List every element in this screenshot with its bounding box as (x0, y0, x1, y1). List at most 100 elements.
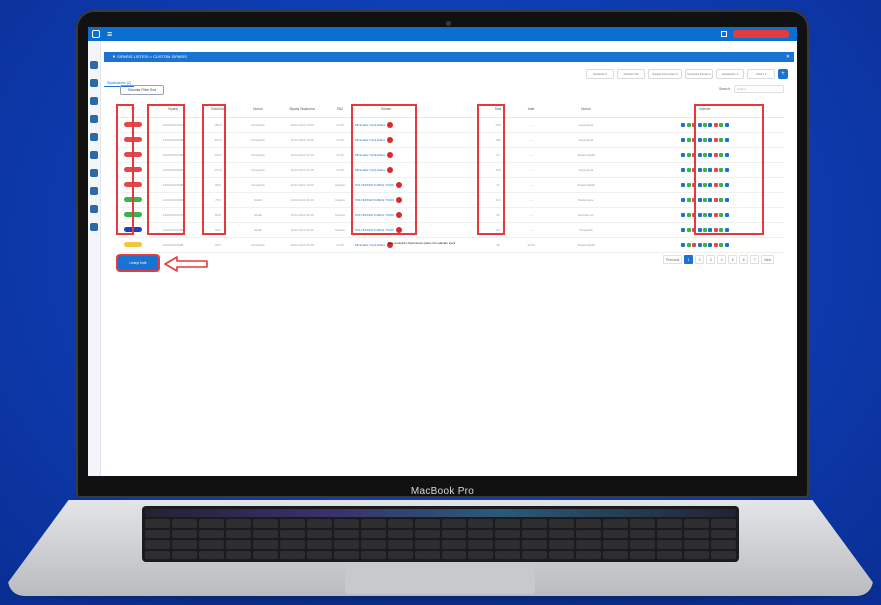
keyboard-key (387, 550, 413, 559)
keyboard-key (198, 519, 224, 528)
keyboard-key (495, 519, 521, 528)
row-action-icon[interactable] (681, 198, 686, 202)
row-action-icon[interactable] (686, 123, 691, 127)
row-action-icon[interactable] (708, 243, 713, 247)
row-action-icon[interactable] (681, 138, 686, 142)
quantity-cell: — (516, 222, 546, 238)
pagination-page[interactable]: 7 (750, 255, 760, 264)
keyboard-key (576, 540, 602, 549)
keyboard-key (387, 540, 413, 549)
pagination-page[interactable]: 2 (695, 255, 705, 264)
sidebar-icon-documents[interactable] (90, 79, 98, 87)
sidebar-icon-network[interactable] (90, 115, 98, 123)
row-action-icon[interactable] (719, 243, 724, 247)
keyboard-key (630, 550, 656, 559)
sidebar-icon-reports[interactable] (90, 169, 98, 177)
sidebar-icon-settings[interactable] (90, 223, 98, 231)
column-header[interactable]: Durum (546, 101, 626, 118)
keyboard-key (252, 550, 278, 559)
user-menu[interactable] (733, 30, 789, 38)
keyboard-key (522, 519, 548, 528)
keyboard-key (279, 529, 305, 539)
spacer-cell (418, 177, 480, 193)
export-list-button[interactable]: Listeyi İndir (118, 256, 158, 270)
close-icon[interactable]: ✕ (786, 52, 790, 62)
row-action-icon[interactable] (703, 243, 707, 247)
row-action-icon[interactable] (681, 168, 686, 172)
sidebar-icon-users[interactable] (90, 205, 98, 213)
keyboard-key (657, 529, 683, 539)
keyboard-key (225, 519, 251, 528)
sidebar-icon-stock[interactable] (90, 151, 98, 159)
order-id-cell[interactable]: 1234-000-0009 (148, 237, 198, 253)
pagination-page[interactable]: 3 (706, 255, 716, 264)
status-note-cell: Hazırlanıyor (546, 207, 626, 223)
keyboard-key (441, 540, 467, 549)
row-action-icon[interactable] (713, 243, 718, 247)
row-action-icon[interactable] (686, 168, 691, 172)
keyboard-key (576, 529, 602, 539)
row-action-icon[interactable] (692, 243, 697, 247)
pagination-next[interactable]: Next (761, 255, 775, 264)
status-pill[interactable] (124, 242, 142, 247)
pagination-prev[interactable]: Previous (663, 255, 683, 264)
column-header[interactable]: PAZ (326, 101, 354, 118)
row-action-icon[interactable] (681, 213, 686, 217)
keyboard-key (414, 550, 440, 559)
sidebar-icon-orders[interactable] (90, 97, 98, 105)
paz-cell: 12.03 (326, 117, 354, 133)
status-cell (118, 237, 148, 253)
row-action-icon[interactable] (686, 228, 691, 232)
row-action-icon[interactable] (686, 183, 691, 187)
column-filter-button[interactable]: Sütunlar Filtre Sıra (120, 85, 164, 95)
menu-hamburger-icon[interactable]: ≡ (107, 30, 112, 39)
created-date-cell: 13.02.2021 09:20 (278, 222, 326, 238)
row-action-icon[interactable] (681, 243, 686, 247)
product-link[interactable]: Minimalist Tunik Elbise (355, 243, 385, 247)
clear-filters-button[interactable]: Filtreleri Sil (617, 69, 645, 79)
device-brand-label: MacBook Pro (410, 486, 475, 497)
order-status-button[interactable]: Sipariş Durumları ▾ (648, 69, 682, 79)
row-action-icon[interactable] (686, 213, 691, 217)
print-button[interactable]: Yazdır ▾ (747, 69, 775, 79)
row-action-icon[interactable] (681, 183, 686, 187)
einvoice-status-button[interactable]: E-Fatura Durumu (685, 69, 713, 79)
product-cell[interactable]: Minimalist Tunik Elbise (354, 237, 418, 253)
movements-button[interactable]: Hareketler ▾ (716, 69, 744, 79)
sidebar-icon-invoices[interactable] (90, 187, 98, 195)
pagination-page[interactable]: 4 (717, 255, 727, 264)
search-input[interactable]: Arama (734, 85, 784, 93)
keyboard-key (684, 519, 710, 528)
row-action-icon[interactable] (686, 198, 691, 202)
row-action-icon[interactable] (686, 153, 691, 157)
row-action-icon[interactable] (686, 138, 691, 142)
row-action-icon[interactable] (681, 123, 686, 127)
column-header[interactable]: Durum (238, 101, 278, 118)
column-header[interactable]: Sipariş Oluşturma (278, 101, 326, 118)
pagination-page[interactable]: 6 (739, 255, 749, 264)
sidebar-icon-products[interactable] (90, 133, 98, 141)
keyboard-key (549, 550, 575, 559)
add-button[interactable]: + (778, 69, 788, 79)
column-header[interactable]: Adet (516, 101, 546, 118)
keyboard-key (441, 519, 467, 528)
pagination-page[interactable]: 5 (728, 255, 738, 264)
pagination-page[interactable]: 1 (684, 255, 694, 264)
row-action-icon[interactable] (681, 153, 686, 157)
status-note-cell: Tedarik Edildi (546, 237, 626, 253)
row-action-icon[interactable] (686, 243, 691, 247)
keyboard-key (468, 519, 494, 528)
state-cell: İletildi (238, 192, 278, 208)
spacer-cell (418, 222, 480, 238)
row-action-icon[interactable] (724, 243, 729, 247)
sidebar-icon-dashboard[interactable] (90, 61, 98, 69)
table-footer-note: Bilgi amaçlıdır ölçek Excel çıktısı tüm … (388, 241, 456, 245)
top-bar: ≡ (88, 27, 797, 41)
keyboard-key (198, 540, 224, 549)
fullscreen-icon[interactable] (721, 31, 727, 37)
row-action-icon[interactable] (697, 243, 702, 247)
row-action-icon[interactable] (681, 228, 686, 232)
table-row[interactable]: 1234-000-0009 69,9 Onaylandı 13.02.2021 09:… (118, 237, 784, 253)
columns-button[interactable]: Sütunlar ▾ (586, 69, 614, 79)
keyboard-key (414, 519, 440, 528)
